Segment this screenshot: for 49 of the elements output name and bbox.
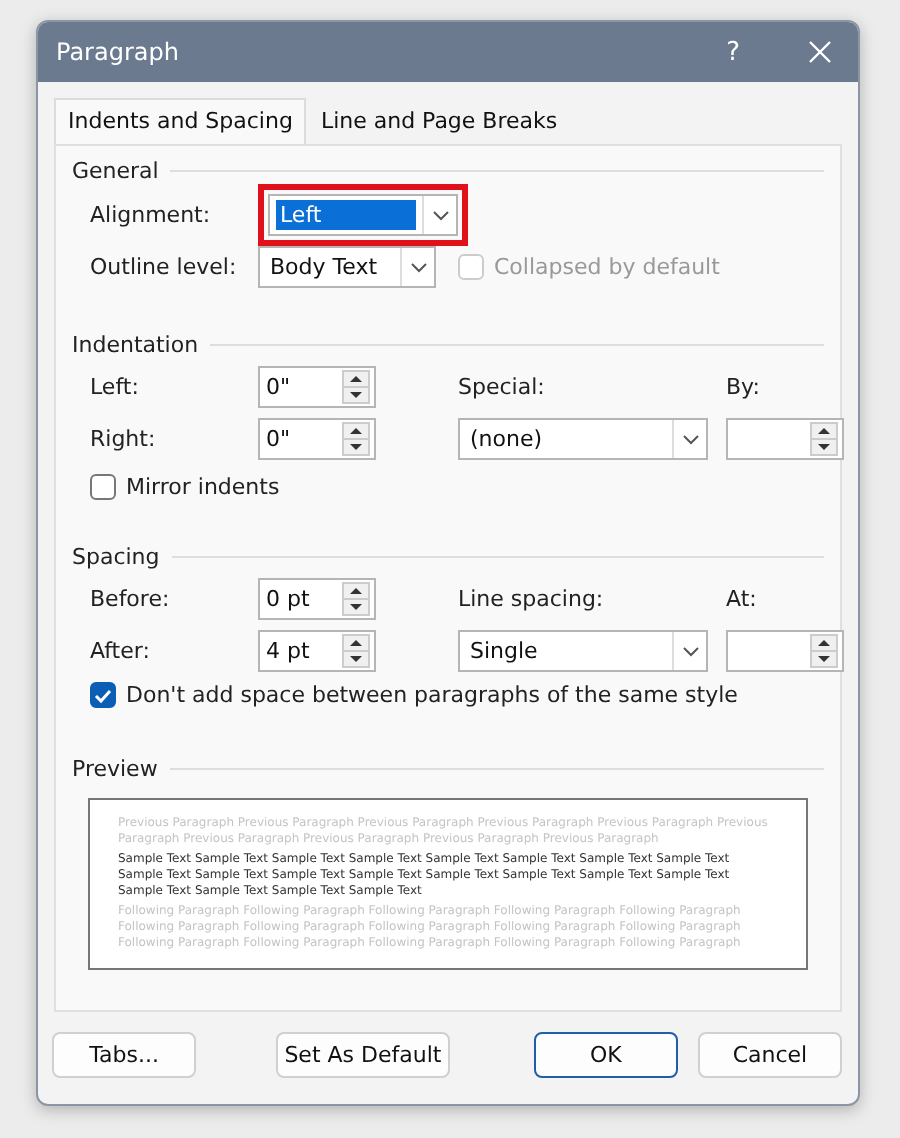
field-label: Line spacing:	[458, 586, 606, 612]
spin-field[interactable]: 0"	[258, 418, 376, 460]
tab[interactable]: Line and Page Breaks	[306, 98, 572, 144]
chevron-down-icon	[431, 209, 449, 221]
field-label: At:	[726, 586, 759, 612]
field-label: Left:	[90, 374, 141, 400]
spin-arrows-icon[interactable]	[342, 422, 370, 456]
spin-field[interactable]	[726, 418, 844, 460]
spin-arrows-icon[interactable]	[342, 634, 370, 668]
dropdown[interactable]: (none)	[458, 418, 708, 460]
spin-arrows-icon[interactable]	[810, 634, 838, 668]
spin-field[interactable]	[726, 630, 844, 672]
spin-arrows-icon[interactable]	[810, 422, 838, 456]
checkbox[interactable]	[90, 682, 116, 708]
field-label: Before:	[90, 586, 172, 612]
spin-arrows-icon[interactable]	[342, 582, 370, 616]
chevron-down-icon	[681, 645, 699, 657]
checkbox-label: Don't add space between paragraphs of the same style	[126, 682, 738, 708]
spin-arrows-icon[interactable]	[342, 370, 370, 404]
tab[interactable]: Indents and Spacing	[54, 98, 307, 144]
chevron-down-icon	[681, 433, 699, 445]
dialog-button[interactable]: Tabs...	[52, 1032, 197, 1078]
dialog-button[interactable]: Set As Default	[276, 1032, 450, 1078]
field-label: Special:	[458, 374, 547, 400]
checkbox-label: Mirror indents	[126, 474, 280, 500]
group-heading: Indentation	[72, 332, 199, 358]
group-heading: Spacing	[72, 544, 160, 570]
checkbox[interactable]	[90, 474, 116, 500]
spin-field[interactable]: 4 pt	[258, 630, 376, 672]
chevron-down-icon	[409, 261, 427, 273]
checkbox-label: Collapsed by default	[494, 254, 720, 280]
field-label: Outline level:	[90, 254, 239, 280]
help-button[interactable]: ?	[726, 37, 740, 67]
spin-field[interactable]: 0"	[258, 366, 376, 408]
spin-field[interactable]: 0 pt	[258, 578, 376, 620]
close-icon[interactable]	[808, 40, 832, 64]
field-label: After:	[90, 638, 152, 664]
group-heading: Preview	[72, 756, 158, 782]
field-label: Alignment:	[90, 201, 213, 227]
window-title: Paragraph	[56, 38, 181, 66]
group-heading: General	[72, 158, 159, 184]
field-label: By:	[726, 374, 762, 400]
dropdown[interactable]: Body Text	[258, 246, 436, 288]
dialog-button[interactable]: Cancel	[697, 1032, 842, 1078]
dropdown[interactable]: Left	[268, 194, 458, 236]
dialog-button[interactable]: OK	[533, 1032, 678, 1078]
checkmark-icon	[94, 687, 112, 703]
field-label: Right:	[90, 426, 158, 452]
dropdown[interactable]: Single	[458, 630, 708, 672]
